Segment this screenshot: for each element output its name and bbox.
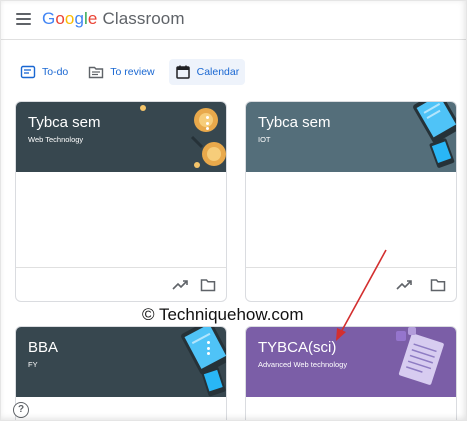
product-name: Classroom [102, 9, 185, 28]
card-title[interactable]: BBA [28, 339, 58, 356]
class-card[interactable]: Tybca sem IOT [245, 101, 457, 302]
review-label: To review [110, 66, 155, 78]
menu-icon[interactable] [16, 13, 31, 25]
todo-button[interactable]: To-do [14, 59, 74, 85]
class-nav: To-do To review Calendar [14, 58, 253, 86]
trending-icon[interactable] [172, 277, 188, 293]
todo-label: To-do [42, 66, 69, 78]
more-vert-icon[interactable] [205, 116, 209, 130]
calendar-icon [175, 65, 190, 79]
banner-illustration [181, 327, 226, 397]
card-banner[interactable]: Tybca sem Web Technology [16, 102, 226, 172]
class-card[interactable]: Tybca sem Web Technology [15, 101, 227, 302]
card-title[interactable]: Tybca sem [258, 114, 331, 131]
card-banner[interactable]: TYBCA(sci) Advanced Web technology [246, 327, 456, 397]
card-subtitle: Advanced Web technology [258, 360, 348, 369]
card-subtitle: FY [28, 360, 38, 369]
card-banner[interactable]: Tybca sem IOT [246, 102, 456, 172]
calendar-button[interactable]: Calendar [168, 59, 246, 85]
app-header: G o o g l e Classroom [0, 0, 467, 40]
watermark-text: © Techniquehow.com [142, 305, 304, 324]
logo-letter: o [55, 9, 65, 28]
card-title[interactable]: Tybca sem [28, 114, 101, 131]
banner-illustration [413, 102, 456, 168]
logo-letter: g [74, 9, 85, 28]
class-card[interactable]: BBA FY [15, 326, 227, 421]
card-title[interactable]: TYBCA(sci) [258, 339, 336, 356]
card-subtitle: Web Technology [28, 135, 84, 144]
todo-icon [20, 65, 36, 79]
card-footer [16, 267, 226, 301]
card-subtitle: IOT [258, 135, 271, 144]
review-button[interactable]: To review [82, 59, 160, 85]
class-card[interactable]: TYBCA(sci) Advanced Web technology [245, 326, 457, 421]
logo-letter: o [64, 9, 75, 28]
more-vert-icon[interactable] [206, 341, 210, 355]
card-footer [246, 267, 456, 301]
card-banner[interactable]: BBA FY [16, 327, 226, 397]
app-logo[interactable]: G o o g l e Classroom [42, 9, 185, 29]
folder-icon[interactable] [430, 277, 446, 293]
logo-letter: G [42, 9, 56, 28]
help-icon[interactable]: ? [13, 402, 29, 418]
trending-icon[interactable] [396, 277, 412, 293]
folder-icon[interactable] [200, 277, 216, 293]
logo-letter: e [87, 9, 98, 28]
review-icon [89, 66, 104, 79]
calendar-label: Calendar [196, 66, 240, 78]
